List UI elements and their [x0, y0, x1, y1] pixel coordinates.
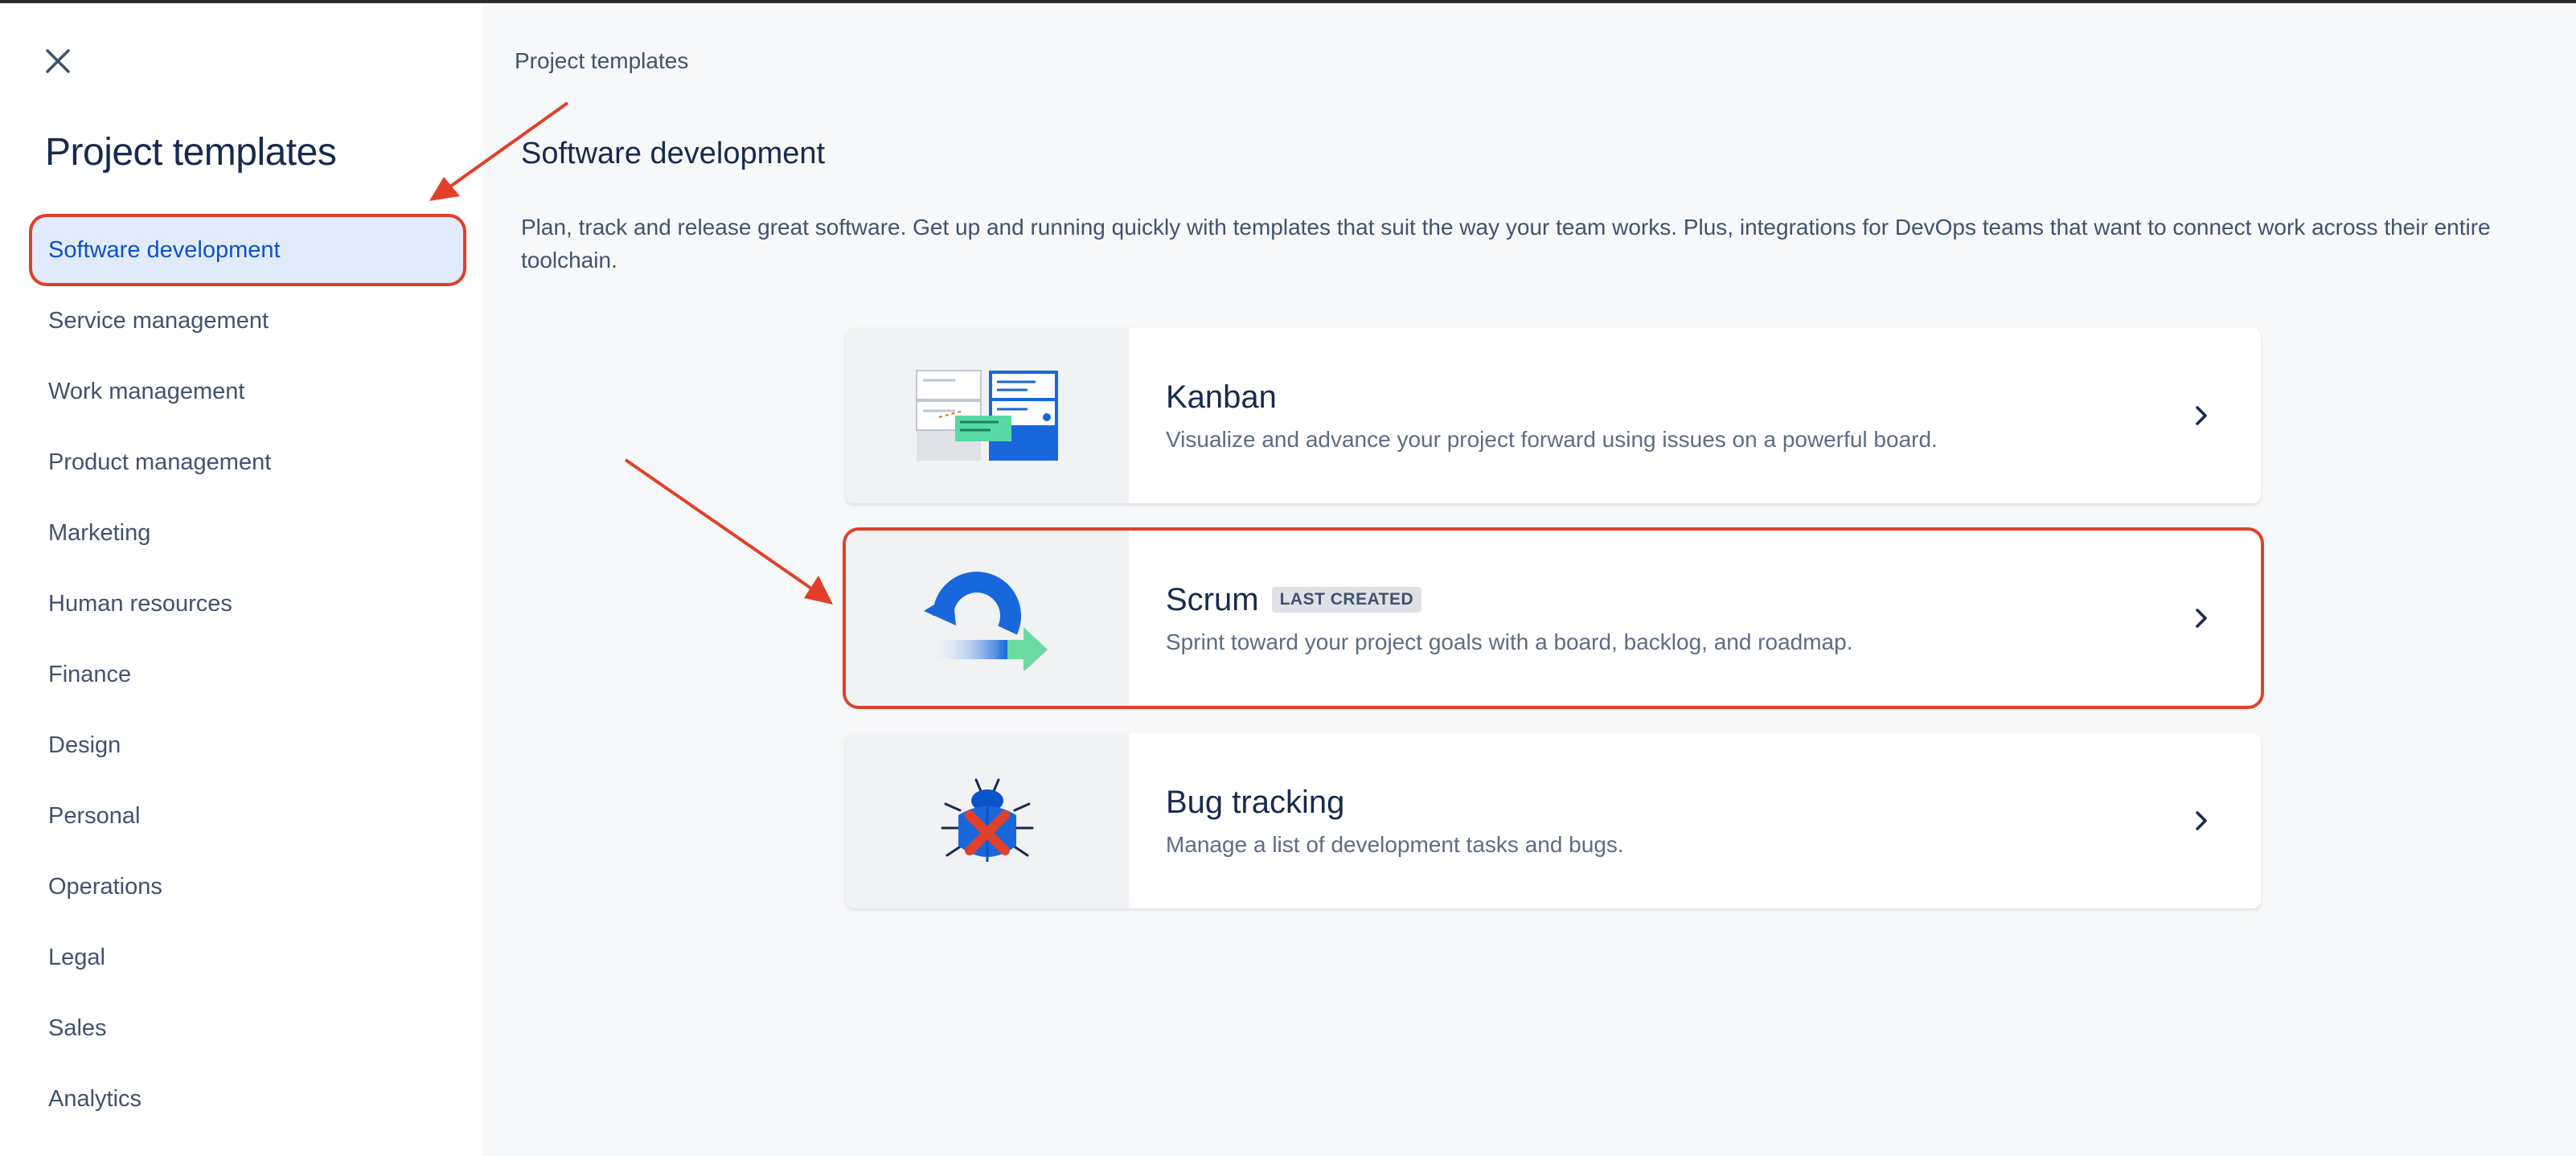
template-card-scrum[interactable]: Scrum LAST CREATED Sprint toward your pr…: [846, 531, 2261, 706]
sidebar-item-human-resources[interactable]: Human resources: [32, 571, 463, 637]
sidebar-item-design[interactable]: Design: [32, 712, 463, 778]
sidebar-item-operations[interactable]: Operations: [32, 854, 463, 920]
page-title: Software development: [521, 137, 826, 170]
template-card-body: Bug tracking Manage a list of developmen…: [1129, 733, 2261, 908]
template-description: Sprint toward your project goals with a …: [1166, 629, 1853, 654]
last-created-badge: LAST CREATED: [1271, 587, 1422, 613]
sidebar-item-sales[interactable]: Sales: [32, 995, 463, 1061]
scrum-cycle-icon: [924, 572, 1048, 670]
sidebar-item-marketing[interactable]: Marketing: [32, 500, 463, 566]
sidebar: Project templates Software development S…: [0, 3, 482, 1156]
category-nav: Software development Service management …: [32, 217, 463, 1137]
sidebar-item-finance[interactable]: Finance: [32, 642, 463, 707]
template-title-row: Kanban: [1166, 379, 2261, 416]
template-title: Bug tracking: [1166, 784, 1345, 820]
template-card-kanban[interactable]: Kanban Visualize and advance your projec…: [846, 328, 2261, 503]
sidebar-title: Project templates: [45, 131, 337, 174]
template-title: Kanban: [1166, 379, 1277, 415]
page-description: Plan, track and release great software. …: [521, 215, 2491, 273]
template-title-row: Scrum LAST CREATED: [1166, 582, 2261, 618]
template-description: Manage a list of development tasks and b…: [1166, 831, 1624, 857]
template-card-body: Scrum LAST CREATED Sprint toward your pr…: [1129, 531, 2261, 706]
sidebar-item-work-management[interactable]: Work management: [32, 359, 463, 424]
template-thumbnail: [846, 531, 1129, 706]
template-thumbnail: [846, 733, 1129, 908]
close-button[interactable]: [37, 40, 79, 82]
sidebar-item-software-development[interactable]: Software development: [32, 217, 463, 283]
template-title-row: Bug tracking: [1166, 785, 2261, 821]
template-card-body: Kanban Visualize and advance your projec…: [1129, 328, 2261, 503]
chevron-right-icon: [2187, 604, 2216, 633]
sidebar-item-product-management[interactable]: Product management: [32, 429, 463, 495]
bug-icon: [941, 778, 1034, 862]
sidebar-item-legal[interactable]: Legal: [32, 924, 463, 990]
template-title: Scrum: [1166, 581, 1259, 617]
kanban-board-icon: [916, 370, 1058, 461]
template-card-bug-tracking[interactable]: Bug tracking Manage a list of developmen…: [846, 733, 2261, 908]
template-thumbnail: [846, 328, 1129, 503]
sidebar-item-service-management[interactable]: Service management: [32, 288, 463, 354]
chevron-right-icon: [2187, 401, 2216, 430]
chevron-right-icon: [2187, 806, 2216, 835]
template-description: Visualize and advance your project forwa…: [1166, 426, 1938, 452]
breadcrumb[interactable]: Project templates: [515, 48, 688, 74]
main-content: Project templates Software development P…: [482, 3, 2576, 1156]
close-icon: [46, 49, 70, 73]
sidebar-item-personal[interactable]: Personal: [32, 783, 463, 849]
sidebar-item-analytics[interactable]: Analytics: [32, 1066, 463, 1132]
template-list: Kanban Visualize and advance your projec…: [846, 328, 2261, 936]
